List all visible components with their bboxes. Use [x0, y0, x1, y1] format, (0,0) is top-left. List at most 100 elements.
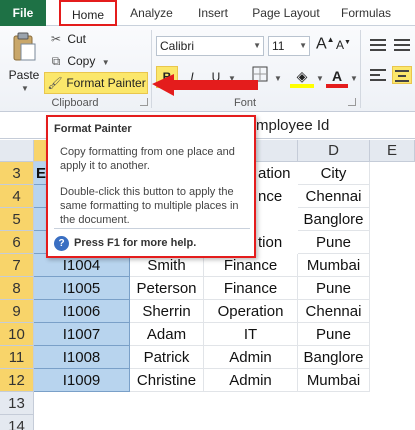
row-header[interactable]: 10 [0, 323, 34, 346]
row-header[interactable]: 9 [0, 300, 34, 323]
formula-bar-value: mployee Id [256, 117, 330, 134]
table-cell-dept[interactable]: IT [204, 323, 298, 346]
cell-c6: tion [258, 234, 283, 251]
grow-font-icon: A [316, 35, 327, 53]
help-icon: ? [54, 235, 69, 251]
tooltip-title: Format Painter [54, 123, 132, 135]
paste-button[interactable]: Paste ▼ [6, 30, 42, 93]
cell-c3-header: ation [258, 165, 291, 182]
row-header[interactable]: 7 [0, 254, 34, 277]
table-cell-id[interactable]: I1009 [34, 369, 130, 392]
table-cell-city[interactable]: Mumbai [298, 254, 370, 277]
cell-c4: nce [258, 188, 283, 205]
font-name-value: Calibri [160, 39, 195, 53]
dialog-launcher-icon[interactable] [140, 98, 148, 106]
fill-color-button[interactable]: ◈ [290, 66, 314, 88]
row-header[interactable]: 8 [0, 277, 34, 300]
table-cell-id[interactable]: I1005 [34, 277, 130, 300]
tab-home[interactable]: Home [59, 0, 117, 26]
align-middle-icon[interactable] [392, 36, 412, 54]
format-painter-label: Format Painter [66, 76, 146, 90]
chevron-down-icon[interactable]: ▼ [274, 74, 282, 83]
table-cell-name[interactable]: Peterson [130, 277, 204, 300]
row-header[interactable]: 13 [0, 392, 34, 415]
chevron-down-icon: ▼ [101, 58, 110, 67]
table-cell-dept[interactable]: Operation [204, 300, 298, 323]
table-cell-id[interactable]: I1006 [34, 300, 130, 323]
row-header[interactable]: 11 [0, 346, 34, 369]
row-header[interactable]: 6 [0, 231, 34, 254]
format-painter-tooltip: Format Painter Copy formatting from one … [46, 115, 256, 258]
row-header[interactable]: 14 [0, 415, 34, 430]
table-cell-id[interactable]: I1008 [34, 346, 130, 369]
tab-insert[interactable]: Insert [190, 0, 236, 26]
cut-label: Cut [67, 32, 87, 46]
table-cell-city[interactable]: Pune [298, 323, 370, 346]
cell-d4[interactable]: Chennai [298, 185, 370, 208]
table-cell-name[interactable]: Christine [130, 369, 204, 392]
table-cell-dept[interactable]: Admin [204, 346, 298, 369]
select-all-corner[interactable] [0, 140, 34, 162]
cut-button[interactable]: ✂ Cut [48, 30, 86, 48]
tab-page-layout[interactable]: Page Layout [248, 0, 324, 26]
ribbon-tabs: File Home Analyze Insert Page Layout For… [0, 0, 415, 26]
cell-d3-header[interactable]: City [298, 162, 370, 185]
grow-font-button[interactable]: A▲ [316, 35, 335, 53]
group-divider [360, 30, 361, 108]
copy-label: Copy [67, 54, 96, 68]
table-cell-city[interactable]: Pune [298, 277, 370, 300]
format-painter-button[interactable]: 🖌 Format Painter [44, 72, 148, 94]
paintbrush-icon: 🖌 [47, 76, 63, 90]
font-size-select[interactable]: 11 ▼ [268, 36, 310, 56]
tab-file[interactable]: File [0, 0, 46, 26]
paint-bucket-icon: ◈ [296, 68, 308, 84]
shrink-font-button[interactable]: A▼ [336, 38, 351, 52]
tooltip-help: ? Press F1 for more help. [54, 235, 196, 251]
scissors-icon: ✂ [50, 32, 62, 46]
align-left-icon[interactable] [368, 66, 388, 84]
shrink-font-icon: A [336, 38, 345, 52]
font-color-icon: A [331, 68, 343, 84]
tooltip-description: Copy formatting from one place and apply… [60, 146, 235, 172]
column-header-d[interactable]: D [298, 140, 370, 162]
copy-button[interactable]: ⧉ Copy ▼ [48, 52, 110, 70]
row-header[interactable]: 4 [0, 185, 34, 208]
row-header[interactable]: 3 [0, 162, 34, 185]
chevron-down-icon[interactable]: ▼ [350, 74, 358, 83]
clipboard-group-label: Clipboard [51, 97, 99, 109]
red-arrow-icon [152, 74, 258, 96]
tooltip-description-secondary: Double-click this button to apply the sa… [60, 186, 239, 226]
table-cell-name[interactable]: Adam [130, 323, 204, 346]
font-name-select[interactable]: Calibri ▼ [156, 36, 264, 56]
align-top-icon[interactable] [368, 36, 388, 54]
column-header-e[interactable]: E [370, 140, 415, 162]
align-center-icon[interactable] [392, 66, 412, 84]
tooltip-divider [54, 228, 250, 229]
tab-analyze[interactable]: Analyze [124, 0, 179, 26]
tooltip-help-text: Press F1 for more help. [74, 237, 197, 249]
row-header[interactable]: 12 [0, 369, 34, 392]
table-cell-id[interactable]: I1007 [34, 323, 130, 346]
tab-formulas[interactable]: Formulas [336, 0, 396, 26]
copy-icon: ⧉ [51, 54, 61, 68]
table-cell-dept[interactable]: Admin [204, 369, 298, 392]
table-cell-dept[interactable]: Finance [204, 277, 298, 300]
cell-d5[interactable]: Banglore [298, 208, 370, 231]
table-cell-name[interactable]: Sherrin [130, 300, 204, 323]
chevron-down-icon: ▼ [21, 84, 29, 93]
paste-icon [13, 32, 36, 61]
row-header[interactable]: 5 [0, 208, 34, 231]
cell-d6[interactable]: Pune [298, 231, 370, 254]
chevron-down-icon: ▼ [253, 41, 261, 50]
chevron-down-icon: ▼ [299, 41, 307, 50]
chevron-down-icon[interactable]: ▼ [316, 74, 324, 83]
table-cell-name[interactable]: Patrick [130, 346, 204, 369]
cell-a3-header: E [36, 165, 47, 182]
table-cell-city[interactable]: Chennai [298, 300, 370, 323]
paste-label: Paste [8, 68, 40, 82]
table-cell-city[interactable]: Mumbai [298, 369, 370, 392]
font-size-value: 11 [272, 39, 285, 53]
font-color-button[interactable]: A [326, 66, 348, 88]
table-cell-city[interactable]: Banglore [298, 346, 370, 369]
dialog-launcher-icon[interactable] [348, 98, 356, 106]
